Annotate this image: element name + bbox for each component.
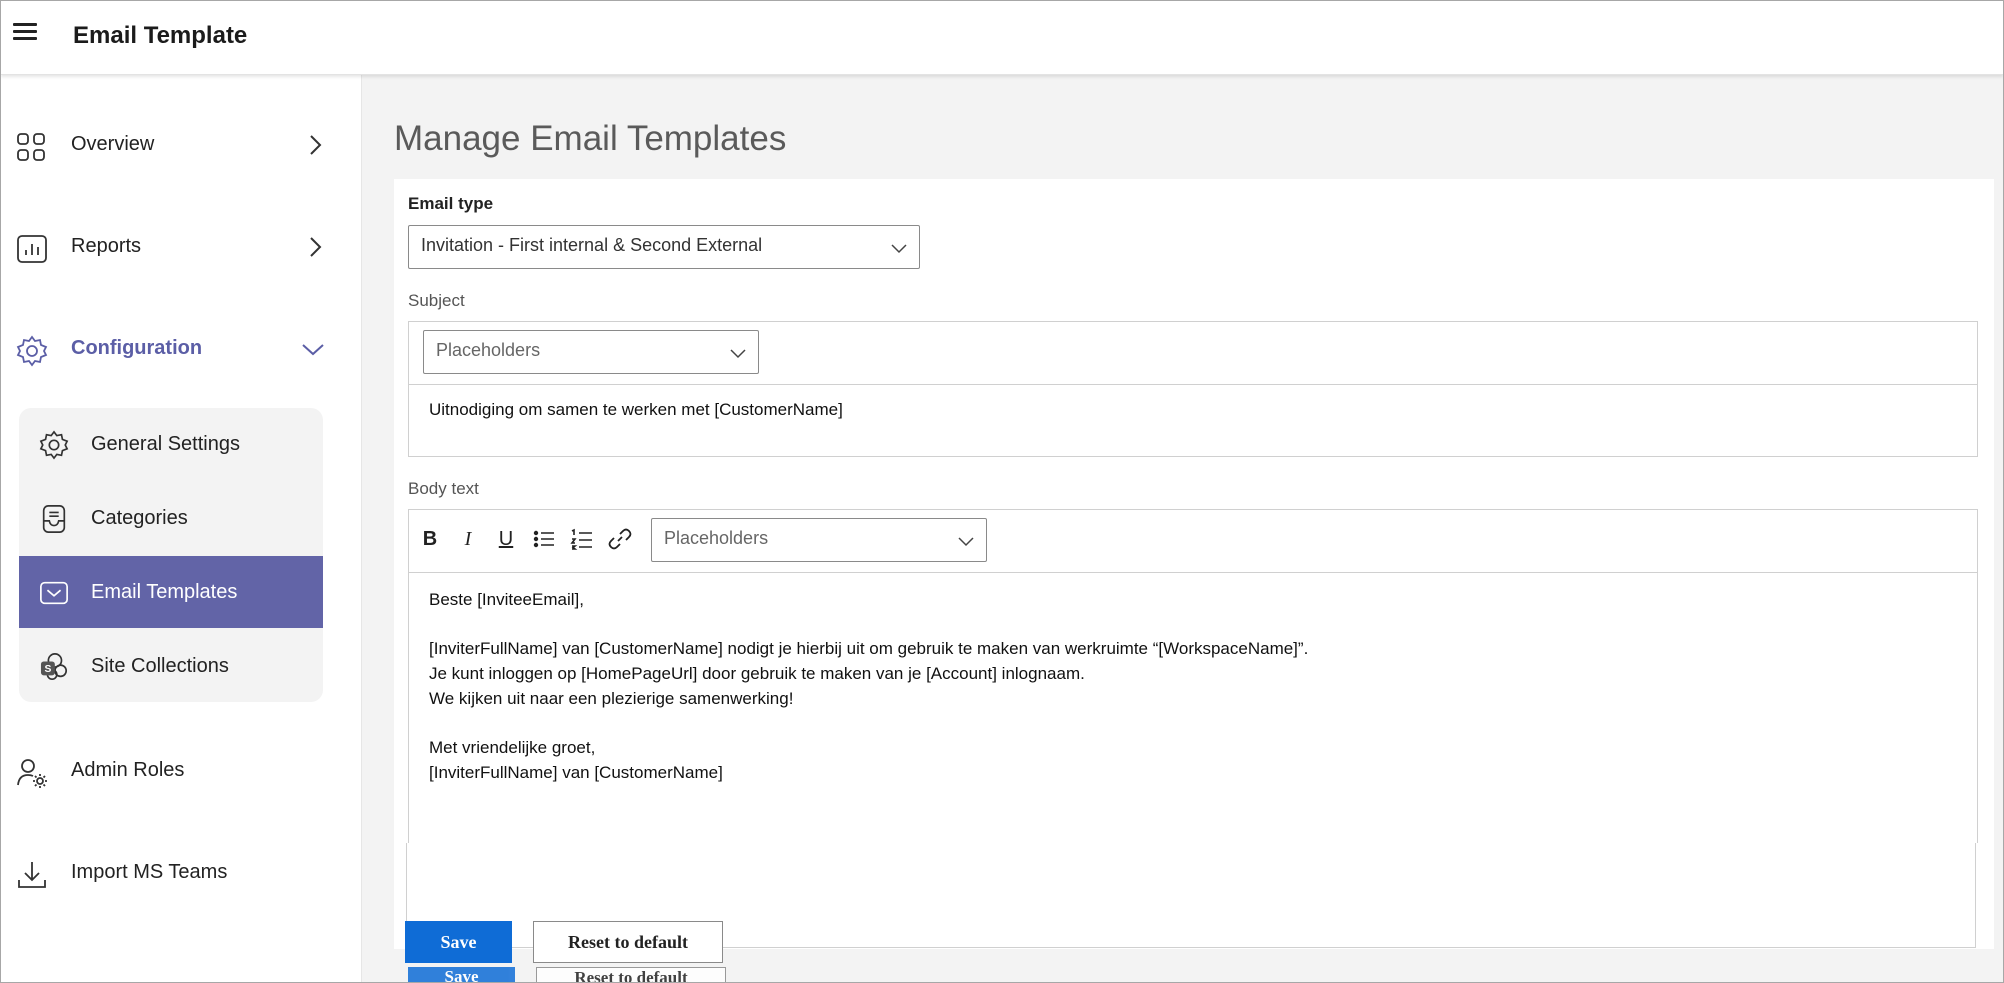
gear-icon (16, 335, 48, 367)
app-title: Email Template (73, 22, 248, 49)
tray-icon (42, 505, 66, 533)
user-gear-icon (17, 759, 47, 788)
sidebar-subitem-email-templates[interactable]: Email Templates (19, 556, 323, 628)
sidebar-subitem-label: Categories (91, 507, 188, 529)
bold-button[interactable]: B (417, 526, 443, 552)
sidebar-item-label: Admin Roles (71, 759, 185, 781)
sidebar-item-overview[interactable]: Overview (1, 115, 341, 175)
sidebar-item-label: Overview (71, 133, 155, 155)
top-bar: Email Template (1, 1, 2003, 75)
subject-placeholders-label: Placeholders (436, 340, 541, 360)
save-button-shadow: Save (408, 967, 515, 982)
body-line: We kijken uit naar een plezierige samenw… (429, 688, 794, 708)
template-form: Email type Invitation - First internal &… (394, 179, 1994, 949)
email-type-value: Invitation - First internal & Second Ext… (421, 235, 763, 255)
sidebar-item-reports[interactable]: Reports (1, 217, 341, 277)
sidebar-item-label: Reports (71, 235, 142, 257)
chevron-down-icon (730, 349, 746, 359)
body-line: [InviterFullName] van [CustomerName] nod… (429, 639, 1309, 659)
body-line (429, 613, 1308, 638)
body-line: Je kunt inloggen op [HomePageUrl] door g… (429, 664, 1085, 684)
chevron-right-icon[interactable] (303, 133, 327, 157)
reset-to-default-button[interactable]: Reset to default (533, 921, 723, 963)
subject-toolbar: Placeholders (409, 322, 1977, 385)
configuration-submenu: General Settings Categories Email Templa… (19, 408, 323, 702)
chart-icon (17, 235, 47, 263)
sidebar-subitem-label: General Settings (91, 433, 240, 455)
sidebar-item-label: Import MS Teams (71, 861, 228, 883)
subject-placeholders-dropdown[interactable]: Placeholders (423, 330, 759, 374)
sidebar: Overview Reports Configuration General S… (1, 75, 362, 982)
gear-icon (39, 430, 69, 460)
link-icon[interactable] (607, 526, 633, 552)
sidebar-item-configuration[interactable]: Configuration (1, 319, 341, 379)
body-placeholders-dropdown[interactable]: Placeholders (651, 518, 987, 562)
body-line: Beste [InviteeEmail], (429, 590, 584, 609)
body-line: Met vriendelijke groet, (429, 738, 596, 758)
main-content: Manage Email Templates Email type Invita… (362, 75, 2003, 982)
chevron-down-icon (891, 244, 907, 254)
sidebar-subitem-site-collections[interactable]: S Site Collections (19, 630, 323, 702)
page-title: Manage Email Templates (394, 119, 787, 158)
italic-button[interactable]: I (455, 526, 481, 552)
sidebar-subitem-label: Email Templates (91, 581, 238, 603)
sidebar-subitem-categories[interactable]: Categories (19, 482, 323, 554)
mail-icon (40, 581, 68, 605)
body-line (429, 712, 1308, 737)
body-text-label: Body text (408, 479, 479, 498)
body-toolbar: B I U Placeholders (409, 510, 1977, 573)
body-placeholders-label: Placeholders (664, 528, 769, 548)
chevron-down-icon (958, 537, 974, 547)
subject-input[interactable]: Uitnodiging om samen te werken met [Cust… (429, 400, 843, 420)
underline-button[interactable]: U (493, 526, 519, 552)
sidebar-item-admin-roles[interactable]: Admin Roles (1, 741, 341, 801)
save-button[interactable]: Save (405, 921, 512, 963)
email-type-label: Email type (408, 194, 494, 213)
chevron-down-icon[interactable] (301, 337, 325, 361)
hamburger-menu-icon[interactable] (13, 23, 37, 43)
sidebar-item-import-ms-teams[interactable]: Import MS Teams (1, 843, 341, 903)
subject-label: Subject (408, 291, 465, 310)
sharepoint-icon: S (40, 653, 68, 681)
email-type-dropdown[interactable]: Invitation - First internal & Second Ext… (408, 225, 920, 269)
sidebar-subitem-label: Site Collections (91, 655, 229, 677)
numbered-list-icon[interactable] (569, 526, 595, 552)
chevron-right-icon[interactable] (303, 235, 327, 259)
body-editor: B I U Placeholders Beste [InviteeEmail],… (408, 509, 1978, 853)
svg-text:S: S (44, 664, 51, 675)
subject-editor: Placeholders Uitnodiging om samen te wer… (408, 321, 1978, 457)
reset-button-shadow: Reset to default (536, 967, 726, 982)
app-window: Email Template Overview Reports Configur… (0, 0, 2004, 983)
body-line: [InviterFullName] van [CustomerName] (429, 762, 723, 782)
sidebar-subitem-general-settings[interactable]: General Settings (19, 408, 323, 480)
body-text-input[interactable]: Beste [InviteeEmail], [InviterFullName] … (429, 588, 1308, 786)
download-icon (18, 862, 46, 888)
sidebar-item-label: Configuration (71, 337, 203, 359)
bullet-list-icon[interactable] (531, 526, 557, 552)
grid-icon (17, 133, 45, 161)
